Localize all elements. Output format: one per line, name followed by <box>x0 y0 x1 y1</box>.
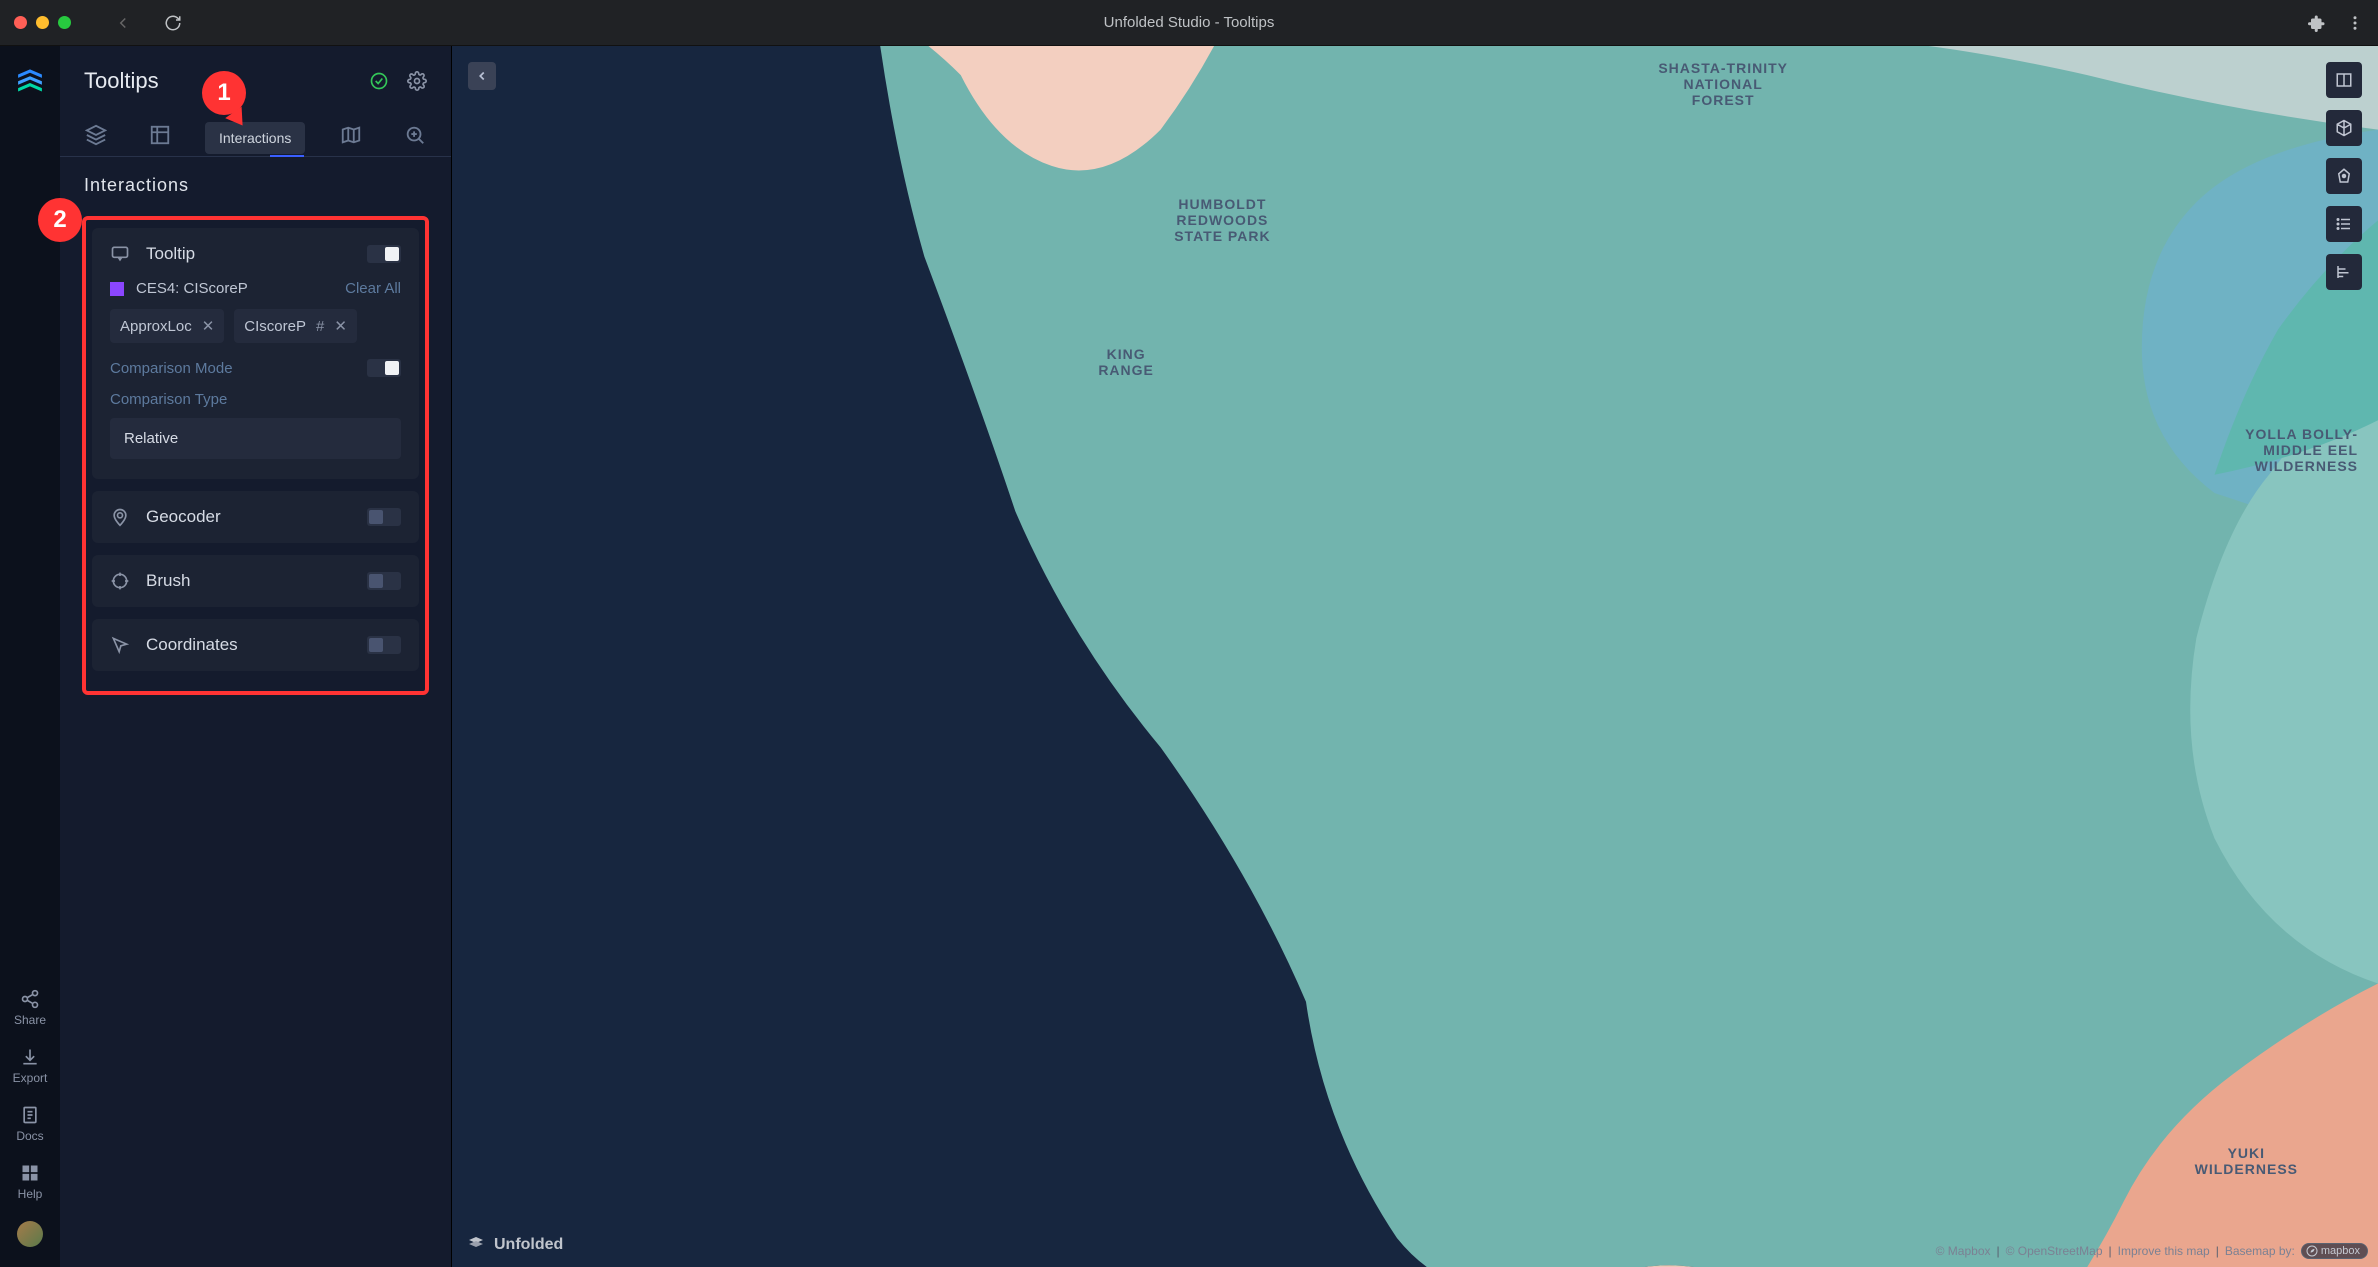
tab-layers[interactable] <box>71 114 121 156</box>
dataset-color-swatch <box>110 282 124 296</box>
annotation-callout-2: 2 <box>38 198 82 242</box>
brush-card: Brush <box>92 555 419 607</box>
map-label-yolla: YOLLA BOLLY- MIDDLE EEL WILDERNESS <box>2245 426 2358 474</box>
map-label-shasta: SHASTA-TRINITY NATIONAL FOREST <box>1658 60 1788 108</box>
chip-label: ApproxLoc <box>120 318 192 335</box>
coordinates-label: Coordinates <box>146 635 238 655</box>
legend-button[interactable] <box>2326 206 2362 242</box>
rail-share-label: Share <box>14 1013 46 1027</box>
split-view-button[interactable] <box>2326 62 2362 98</box>
tooltip-icon <box>110 244 130 264</box>
comparison-type-value: Relative <box>124 430 178 447</box>
dataset-name: CES4: CIScoreP <box>136 280 248 297</box>
clear-all-button[interactable]: Clear All <box>345 280 401 297</box>
pin-icon <box>110 507 130 527</box>
coordinates-card: Coordinates <box>92 619 419 671</box>
rail-share[interactable]: Share <box>14 989 46 1027</box>
comparison-type-label: Comparison Type <box>110 391 401 408</box>
section-title: Interactions <box>84 175 429 196</box>
tooltip-toggle[interactable] <box>367 245 401 263</box>
brush-label: Brush <box>146 571 190 591</box>
window-title: Unfolded Studio - Tooltips <box>1104 14 1275 31</box>
geo-button[interactable] <box>2326 158 2362 194</box>
map-label-humboldt: HUMBOLDT REDWOODS STATE PARK <box>1174 196 1270 244</box>
rail-docs-label: Docs <box>16 1129 43 1143</box>
side-panel: Tooltips Interactions Interactions <box>60 46 452 1267</box>
attr-osm[interactable]: © OpenStreetMap <box>2006 1244 2103 1258</box>
comparison-mode-toggle[interactable] <box>367 359 401 377</box>
rail-help-label: Help <box>18 1187 43 1201</box>
rail-export-label: Export <box>13 1071 48 1085</box>
settings-icon[interactable] <box>407 71 427 91</box>
map-attribution: © Mapbox| © OpenStreetMap| Improve this … <box>1936 1243 2368 1259</box>
field-chip[interactable]: ApproxLoc ✕ <box>110 309 224 343</box>
brush-toggle[interactable] <box>367 572 401 590</box>
minimize-window-button[interactable] <box>36 16 49 29</box>
coordinates-toggle[interactable] <box>367 636 401 654</box>
tab-columns[interactable] <box>135 114 185 156</box>
charts-button[interactable] <box>2326 254 2362 290</box>
tab-basemap[interactable] <box>326 114 376 156</box>
map-svg <box>452 46 2378 1267</box>
attr-basemap: Basemap by: <box>2225 1244 2295 1258</box>
attr-mapbox[interactable]: © Mapbox <box>1936 1244 1991 1258</box>
tooltip-card: Tooltip CES4: CIScoreP Clear All ApproxL… <box>92 228 419 479</box>
chip-label: CIscoreP <box>244 318 306 335</box>
target-icon <box>110 571 130 591</box>
cursor-icon <box>110 635 130 655</box>
status-ok-icon <box>369 71 389 91</box>
geocoder-card: Geocoder <box>92 491 419 543</box>
map-brand: Unfolded <box>466 1235 563 1255</box>
app-logo[interactable] <box>13 66 47 100</box>
tab-analytics[interactable] <box>390 114 440 156</box>
close-window-button[interactable] <box>14 16 27 29</box>
attr-improve[interactable]: Improve this map <box>2118 1244 2210 1258</box>
rail-help[interactable]: Help <box>18 1163 43 1201</box>
map-label-king: KING RANGE <box>1098 346 1154 378</box>
geocoder-label: Geocoder <box>146 507 221 527</box>
chip-remove-icon[interactable]: ✕ <box>202 317 215 335</box>
mapbox-logo[interactable]: mapbox <box>2301 1243 2368 1259</box>
map-right-rail <box>2326 62 2362 290</box>
annotation-callout-1: 1 <box>202 71 246 115</box>
collapse-panel-button[interactable] <box>468 62 496 90</box>
more-menu-icon[interactable] <box>2346 14 2364 32</box>
rail-docs[interactable]: Docs <box>16 1105 43 1143</box>
window-titlebar: Unfolded Studio - Tooltips <box>0 0 2378 46</box>
map-label-yuki: YUKI WILDERNESS <box>2195 1145 2298 1177</box>
3d-view-button[interactable] <box>2326 110 2362 146</box>
chip-remove-icon[interactable]: ✕ <box>334 317 347 335</box>
geocoder-toggle[interactable] <box>367 508 401 526</box>
tooltip-label: Tooltip <box>146 244 195 264</box>
maximize-window-button[interactable] <box>58 16 71 29</box>
annotation-highlight-box: Tooltip CES4: CIScoreP Clear All ApproxL… <box>82 216 429 695</box>
user-avatar[interactable] <box>17 1221 43 1247</box>
map-canvas[interactable]: SHASTA-TRINITY NATIONAL FOREST HUMBOLDT … <box>452 46 2378 1267</box>
back-button[interactable] <box>111 11 135 35</box>
comparison-mode-label: Comparison Mode <box>110 360 233 377</box>
chip-type-icon: # <box>316 318 324 335</box>
rail-export[interactable]: Export <box>13 1047 48 1085</box>
field-chip[interactable]: CIscoreP # ✕ <box>234 309 357 343</box>
map-brand-label: Unfolded <box>494 1236 563 1254</box>
window-controls <box>14 16 71 29</box>
extensions-icon[interactable] <box>2308 14 2326 32</box>
comparison-type-select[interactable]: Relative <box>110 418 401 459</box>
reload-button[interactable] <box>161 11 185 35</box>
tab-tooltip-popover: Interactions <box>205 122 305 154</box>
